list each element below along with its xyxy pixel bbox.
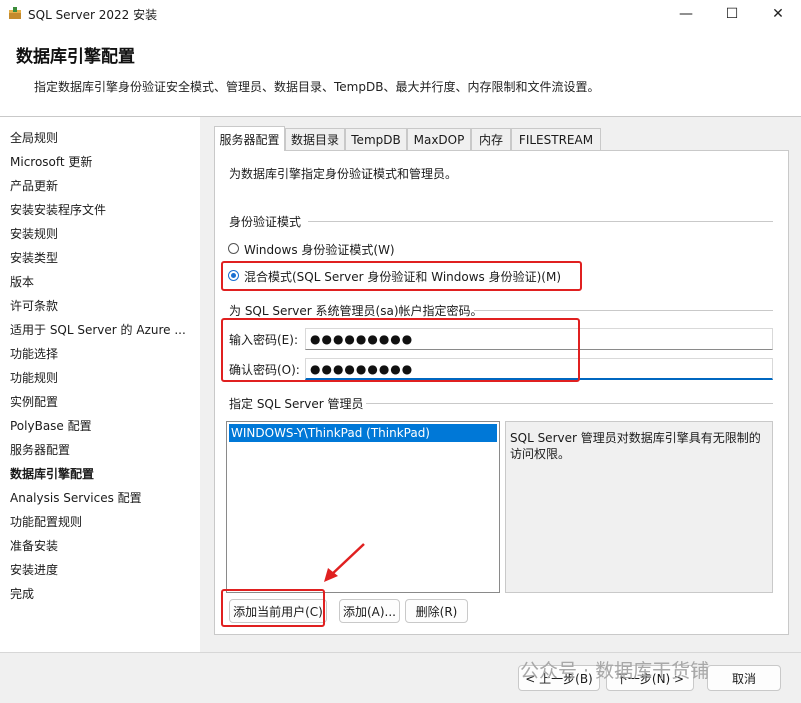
nav-item-license-terms[interactable]: 许可条款 [10,297,58,314]
remove-button[interactable]: 删除(R) [405,599,468,623]
nav-item-microsoft-update[interactable]: Microsoft 更新 [10,153,92,170]
page-description: 指定数据库引擎身份验证安全模式、管理员、数据目录、TempDB、最大并行度、内存… [34,80,600,94]
window-title: SQL Server 2022 安装 [28,8,158,22]
tab-tempdb[interactable]: TempDB [345,128,407,150]
sql-server-setup-icon [9,7,21,19]
add-current-user-button[interactable]: 添加当前用户(C) [229,599,327,623]
nav-item-polybase-config[interactable]: PolyBase 配置 [10,417,92,434]
intro-text: 为数据库引擎指定身份验证模式和管理员。 [229,167,458,181]
enter-password-label: 输入密码(E): [229,333,298,347]
footer-divider [0,652,801,653]
nav-item-feature-selection[interactable]: 功能选择 [10,345,58,362]
close-button[interactable]: ✕ [755,0,801,28]
nav-item-edition[interactable]: 版本 [10,273,34,290]
tab-maxdop[interactable]: MaxDOP [407,128,471,150]
admins-divider [366,403,773,404]
minimize-button[interactable]: — [663,0,709,28]
watermark: 公众号 · 数据库干货铺 [520,660,710,682]
nav-item-instance-config[interactable]: 实例配置 [10,393,58,410]
cancel-button[interactable]: 取消 [707,665,781,691]
add-button[interactable]: 添加(A)... [339,599,400,623]
windows-auth-label[interactable]: Windows 身份验证模式(W) [244,241,395,258]
nav-item-install-type[interactable]: 安装类型 [10,249,58,266]
setup-steps-nav: 全局规则 Microsoft 更新 产品更新 安装安装程序文件 安装规则 安装类… [0,117,201,652]
tab-memory[interactable]: 内存 [471,128,511,150]
mixed-mode-radio[interactable] [228,270,239,281]
auth-mode-label: 身份验证模式 [229,215,302,229]
auth-mode-divider [308,221,773,222]
annotation-arrow [324,543,365,582]
title-bar: SQL Server 2022 安装 — ☐ ✕ [0,0,801,28]
admins-description: SQL Server 管理员对数据库引擎具有无限制的访问权限。 [510,431,761,461]
nav-item-install-progress[interactable]: 安装进度 [10,561,58,578]
tab-server-config[interactable]: 服务器配置 [214,126,285,151]
page-title: 数据库引擎配置 [16,47,135,67]
sa-password-label: 为 SQL Server 系统管理员(sa)帐户指定密码。 [229,304,483,318]
nav-item-complete[interactable]: 完成 [10,585,34,602]
admin-list-item[interactable]: WINDOWS-Y\ThinkPad (ThinkPad) [229,424,497,442]
nav-item-server-config[interactable]: 服务器配置 [10,441,70,458]
nav-item-database-engine-config[interactable]: 数据库引擎配置 [10,465,94,482]
nav-item-install-setup-files[interactable]: 安装安装程序文件 [10,201,106,218]
confirm-password-input[interactable]: ●●●●●●●●● [305,358,773,380]
nav-item-feature-rules[interactable]: 功能规则 [10,369,58,386]
nav-item-product-updates[interactable]: 产品更新 [10,177,58,194]
nav-item-feature-config-rules[interactable]: 功能配置规则 [10,513,82,530]
nav-item-install-rules[interactable]: 安装规则 [10,225,58,242]
maximize-button[interactable]: ☐ [709,0,755,28]
sa-divider [474,310,773,311]
nav-item-ready-to-install[interactable]: 准备安装 [10,537,58,554]
nav-item-azure-extension[interactable]: 适用于 SQL Server 的 Azure ... [10,321,186,338]
confirm-password-label: 确认密码(O): [229,363,300,377]
admins-label: 指定 SQL Server 管理员 [229,397,364,411]
nav-item-global-rules[interactable]: 全局规则 [10,129,58,146]
mixed-mode-label[interactable]: 混合模式(SQL Server 身份验证和 Windows 身份验证)(M) [244,268,561,285]
tab-filestream[interactable]: FILESTREAM [511,128,601,150]
tab-data-directories[interactable]: 数据目录 [285,128,345,150]
windows-auth-radio[interactable] [228,243,239,254]
enter-password-input[interactable]: ●●●●●●●●● [305,328,773,350]
nav-item-analysis-services-config[interactable]: Analysis Services 配置 [10,489,142,506]
page-header: 数据库引擎配置 指定数据库引擎身份验证安全模式、管理员、数据目录、TempDB、… [0,28,801,117]
admins-description-box: SQL Server 管理员对数据库引擎具有无限制的访问权限。 [505,421,773,593]
